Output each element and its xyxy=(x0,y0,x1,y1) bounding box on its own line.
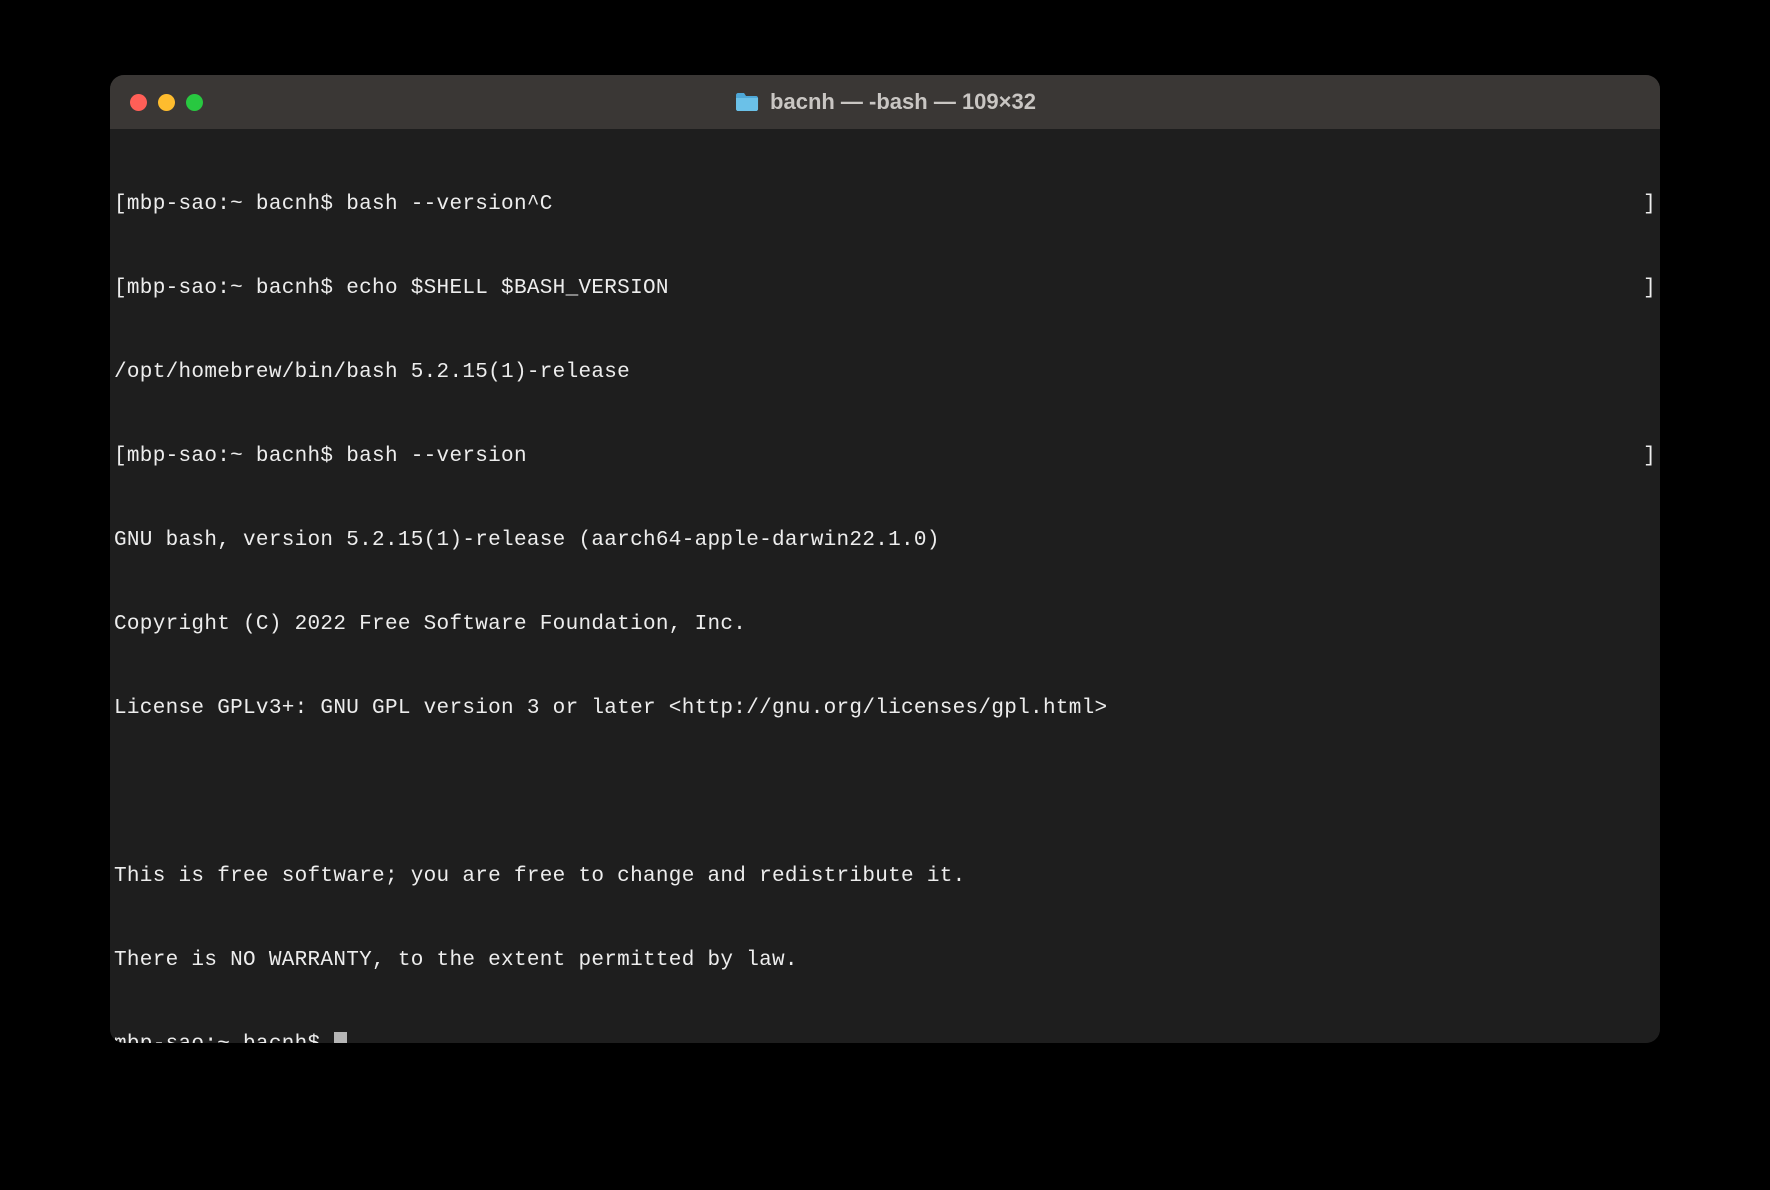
title-bar[interactable]: bacnh — -bash — 109×32 xyxy=(110,75,1660,129)
terminal-text: Copyright (C) 2022 Free Software Foundat… xyxy=(114,613,746,636)
terminal-right-bracket: ] xyxy=(1643,191,1656,219)
maximize-button[interactable] xyxy=(186,94,203,111)
terminal-prompt: mbp-sao:~ bacnh$ xyxy=(114,1033,333,1043)
terminal-window: bacnh — -bash — 109×32 [mbp-sao:~ bacnh$… xyxy=(110,75,1660,1043)
traffic-lights xyxy=(130,94,203,111)
terminal-body[interactable]: [mbp-sao:~ bacnh$ bash --version^C ] [mb… xyxy=(110,129,1660,1043)
terminal-text: There is NO WARRANTY, to the extent perm… xyxy=(114,949,798,972)
terminal-text xyxy=(114,781,127,804)
terminal-text: [mbp-sao:~ bacnh$ bash --version^C xyxy=(114,191,553,219)
terminal-line: /opt/homebrew/bin/bash 5.2.15(1)-release xyxy=(114,359,1656,387)
terminal-text: License GPLv3+: GNU GPL version 3 or lat… xyxy=(114,697,1107,720)
terminal-text: GNU bash, version 5.2.15(1)-release (aar… xyxy=(114,529,940,552)
terminal-right-bracket: ] xyxy=(1643,443,1656,471)
terminal-line: GNU bash, version 5.2.15(1)-release (aar… xyxy=(114,527,1656,555)
terminal-line: [mbp-sao:~ bacnh$ echo $SHELL $BASH_VERS… xyxy=(114,275,1656,303)
terminal-line: License GPLv3+: GNU GPL version 3 or lat… xyxy=(114,695,1656,723)
folder-icon xyxy=(734,91,760,113)
terminal-text: [mbp-sao:~ bacnh$ bash --version xyxy=(114,443,527,471)
terminal-text: [mbp-sao:~ bacnh$ echo $SHELL $BASH_VERS… xyxy=(114,275,669,303)
terminal-prompt-line: mbp-sao:~ bacnh$ xyxy=(114,1031,1656,1043)
minimize-button[interactable] xyxy=(158,94,175,111)
terminal-line: [mbp-sao:~ bacnh$ bash --version ] xyxy=(114,443,1656,471)
terminal-line: [mbp-sao:~ bacnh$ bash --version^C ] xyxy=(114,191,1656,219)
terminal-right-bracket: ] xyxy=(1643,275,1656,303)
terminal-line: Copyright (C) 2022 Free Software Foundat… xyxy=(114,611,1656,639)
cursor xyxy=(334,1032,347,1043)
close-button[interactable] xyxy=(130,94,147,111)
terminal-line: There is NO WARRANTY, to the extent perm… xyxy=(114,947,1656,975)
terminal-text: /opt/homebrew/bin/bash 5.2.15(1)-release xyxy=(114,361,630,384)
window-title-group: bacnh — -bash — 109×32 xyxy=(734,89,1036,115)
terminal-line xyxy=(114,779,1656,807)
terminal-text: This is free software; you are free to c… xyxy=(114,865,966,888)
window-title: bacnh — -bash — 109×32 xyxy=(770,89,1036,115)
terminal-line: This is free software; you are free to c… xyxy=(114,863,1656,891)
